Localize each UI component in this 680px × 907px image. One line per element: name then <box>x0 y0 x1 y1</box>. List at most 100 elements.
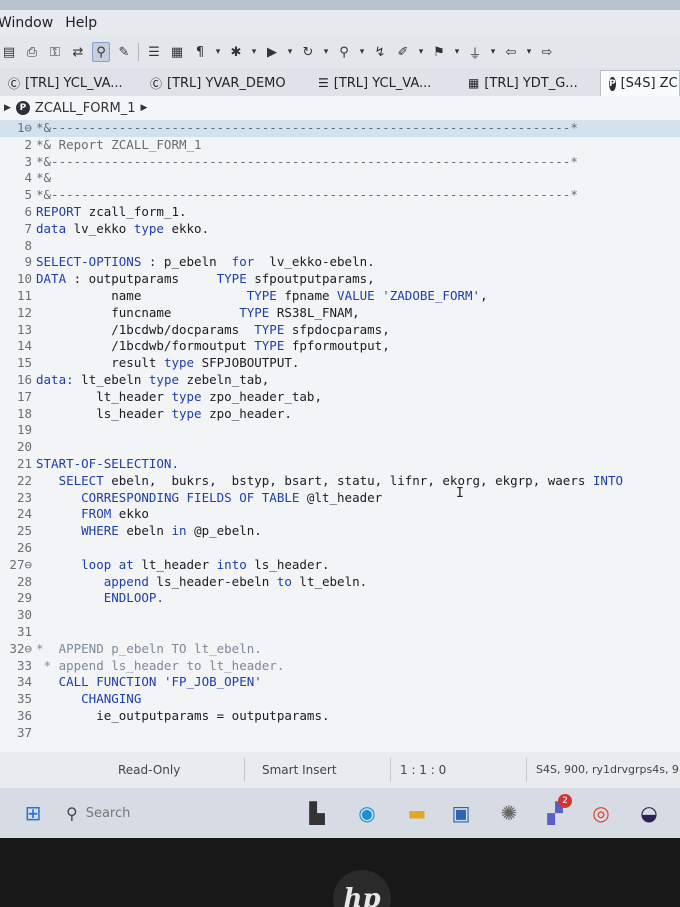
code-line[interactable]: 23 CORRESPONDING FIELDS OF TABLE @lt_hea… <box>0 490 680 507</box>
skip-icon[interactable]: ↻ <box>299 42 317 62</box>
windows-start-icon[interactable]: ⊞ <box>20 800 46 826</box>
outline-icon[interactable]: ▦ <box>168 42 186 62</box>
code-text: append ls_header-ebeln to lt_ebeln. <box>36 574 367 591</box>
code-line[interactable]: 19 <box>0 422 680 439</box>
line-number: 37 <box>16 724 32 740</box>
menu-window[interactable]: Window <box>0 15 65 31</box>
menu-help[interactable]: Help <box>65 15 109 31</box>
chevron-right-icon[interactable]: ▶ <box>141 103 148 113</box>
chevron-down-icon[interactable]: ▾ <box>358 42 366 62</box>
print-icon[interactable]: ⎙ <box>23 42 41 62</box>
code-line[interactable]: 36 ie_outputparams = outputparams. <box>0 708 680 725</box>
code-line[interactable]: 15 result type SFPJOBOUTPUT. <box>0 355 680 372</box>
code-line[interactable]: 7 data lv_ekko type ekko. <box>0 221 680 238</box>
code-line[interactable]: 28 append ls_header-ebeln to lt_ebeln. <box>0 574 680 591</box>
code-line[interactable]: 25 WHERE ebeln in @p_ebeln. <box>0 523 680 540</box>
folder-icon[interactable]: ▬ <box>404 800 430 826</box>
code-text: funcname TYPE RS38L_FNAM, <box>36 305 359 322</box>
code-line[interactable]: 29 ENDLOOP. <box>0 590 680 607</box>
code-text: data: lt_ebeln type zebeln_tab, <box>36 372 269 389</box>
code-line[interactable]: 22 SELECT ebeln, bukrs, bstyp, bsart, st… <box>0 473 680 490</box>
line-number: 18 <box>16 405 32 421</box>
chevron-right-icon[interactable]: ▶ <box>4 103 11 113</box>
code-line[interactable]: 17 lt_header type zpo_header_tab, <box>0 389 680 406</box>
code-line[interactable]: 31 <box>0 624 680 641</box>
search-icon[interactable]: ⚲ <box>335 42 353 62</box>
run-icon[interactable]: ▶ <box>263 42 281 62</box>
code-line[interactable]: 20 <box>0 439 680 456</box>
tab-s4s-zc[interactable]: P [S4S] ZC <box>600 70 680 96</box>
line-number: 15 <box>16 355 32 371</box>
filter-icon[interactable]: ⏚ <box>466 42 484 62</box>
code-line[interactable]: 37 <box>0 725 680 742</box>
chevron-down-icon[interactable]: ▾ <box>214 42 222 62</box>
eclipse-icon[interactable]: ◒ <box>636 800 662 826</box>
code-token: zpo_header_tab, <box>201 388 322 404</box>
code-line[interactable]: 4 *& <box>0 170 680 187</box>
code-line[interactable]: 35 CHANGING <box>0 691 680 708</box>
pen-icon[interactable]: ✎ <box>115 42 133 62</box>
code-line[interactable]: 26 <box>0 540 680 557</box>
lock-icon[interactable]: ⚿ <box>46 42 64 62</box>
code-line[interactable]: 16 data: lt_ebeln type zebeln_tab, <box>0 372 680 389</box>
tab-ycl-va-1[interactable]: Ⓒ [TRL] YCL_VA... <box>0 70 142 96</box>
chevron-down-icon[interactable]: ▾ <box>453 42 461 62</box>
debug-icon[interactable]: ✱ <box>227 42 245 62</box>
code-line[interactable]: 12 funcname TYPE RS38L_FNAM, <box>0 305 680 322</box>
breadcrumb-label[interactable]: ZCALL_FORM_1 <box>35 101 136 116</box>
edge-icon[interactable]: ◉ <box>354 800 380 826</box>
code-line[interactable]: 34 CALL FUNCTION 'FP_JOB_OPEN' <box>0 674 680 691</box>
teams-icon[interactable]: ▞ 2 <box>542 794 572 826</box>
tab-ycl-va-2[interactable]: ☰ [TRL] YCL_VA... <box>310 70 460 96</box>
tab-ydt-g[interactable]: ▦ [TRL] YDT_G... <box>460 70 600 96</box>
chevron-down-icon[interactable]: ▾ <box>525 42 533 62</box>
chevron-down-icon[interactable]: ▾ <box>286 42 294 62</box>
toggle-icon[interactable]: ⚲ <box>92 42 110 62</box>
code-token: to <box>276 573 292 589</box>
code-text: /1bcdwb/docparams TYPE sfpdocparams, <box>36 322 389 339</box>
line-number: 11 <box>16 287 32 303</box>
code-line[interactable]: 10 DATA : outputparams TYPE sfpoutputpara… <box>0 271 680 288</box>
file-explorer-icon[interactable]: ▙ <box>304 800 330 826</box>
code-line[interactable]: 30 <box>0 607 680 624</box>
chevron-down-icon[interactable]: ▾ <box>417 42 425 62</box>
save-all-icon[interactable]: ▤ <box>0 42 18 62</box>
code-line[interactable]: 1⊖ *&------------------------------------… <box>0 120 680 137</box>
code-line[interactable]: 33 * append ls_header to lt_header. <box>0 658 680 675</box>
code-line[interactable]: 24 FROM ekko <box>0 506 680 523</box>
code-token: : p_ebeln <box>141 254 232 270</box>
code-token: VALUE <box>337 287 375 303</box>
chevron-down-icon[interactable]: ▾ <box>250 42 258 62</box>
code-line[interactable]: 5 *&-------------------------------------… <box>0 187 680 204</box>
transport-icon[interactable]: ⇄ <box>69 42 87 62</box>
list-icon[interactable]: ☰ <box>145 42 163 62</box>
code-line[interactable]: 6 REPORT zcall_form_1. <box>0 204 680 221</box>
back-icon[interactable]: ⇦ <box>502 42 520 62</box>
chrome-icon[interactable]: ◎ <box>588 800 614 826</box>
wrench-icon[interactable]: ✐ <box>394 42 412 62</box>
line-number: 1⊖ <box>16 120 32 135</box>
store-icon[interactable]: ▣ <box>448 800 474 826</box>
chevron-down-icon[interactable]: ▾ <box>489 42 497 62</box>
code-line[interactable]: 32⊖ * APPEND p_ebeln TO lt_ebeln. <box>0 641 680 658</box>
paragraph-icon[interactable]: ¶ <box>191 42 209 62</box>
code-line[interactable]: 18 ls_header type zpo_header. <box>0 406 680 423</box>
code-line[interactable]: 11 name TYPE fpname VALUE 'ZADOBE_FORM', <box>0 288 680 305</box>
chevron-down-icon[interactable]: ▾ <box>322 42 330 62</box>
tab-yvar-demo[interactable]: Ⓒ [TRL] YVAR_DEMO <box>142 70 310 96</box>
code-line[interactable]: 21 START-OF-SELECTION. <box>0 456 680 473</box>
code-line[interactable]: 27⊖ loop at lt_header into ls_header. <box>0 557 680 574</box>
code-line[interactable]: 3 *&-------------------------------------… <box>0 154 680 171</box>
refresh-icon[interactable]: ↯ <box>371 42 389 62</box>
code-line[interactable]: 8 <box>0 238 680 255</box>
tab-label: [TRL] YCL_VA... <box>333 75 432 91</box>
sap-gui-icon[interactable]: ✺ <box>496 800 522 826</box>
forward-icon[interactable]: ⇨ <box>538 42 556 62</box>
code-line[interactable]: 13 /1bcdwb/docparams TYPE sfpdocparams, <box>0 322 680 339</box>
taskbar-search[interactable]: ⚲ Search <box>66 800 130 826</box>
code-line[interactable]: 14 /1bcdwb/formoutput TYPE fpformoutput, <box>0 338 680 355</box>
code-editor[interactable]: 1⊖ *&------------------------------------… <box>0 120 680 752</box>
code-line[interactable]: 2 *& Report ZCALL_FORM_1 <box>0 137 680 154</box>
code-line[interactable]: 9 SELECT-OPTIONS : p_ebeln for lv_ekko-eb… <box>0 254 680 271</box>
pin-icon[interactable]: ⚑ <box>430 42 448 62</box>
